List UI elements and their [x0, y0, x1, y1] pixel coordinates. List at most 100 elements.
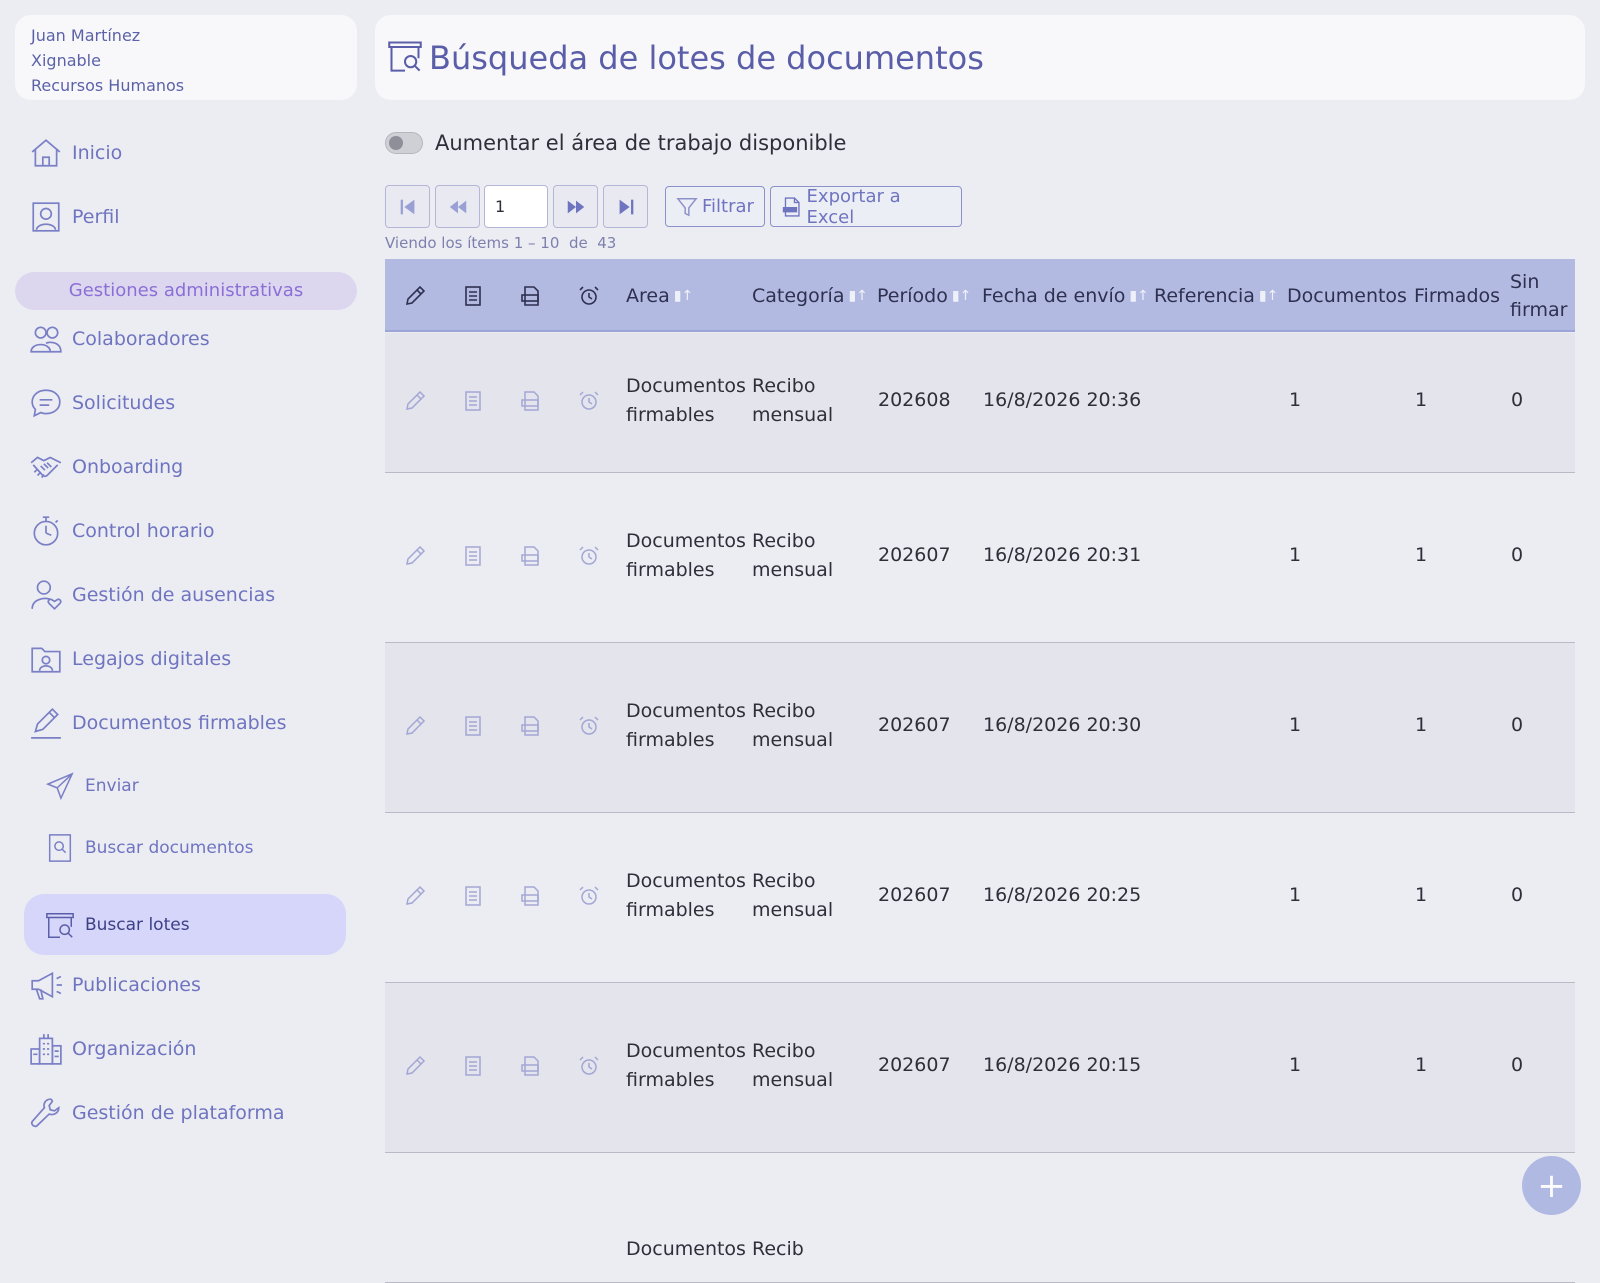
user-name: Juan Martínez: [31, 26, 141, 45]
sidebar-item-inicio[interactable]: Inicio: [15, 125, 360, 181]
table-row[interactable]: Documentos firmables Recibo mensual 202607 16…: [385, 643, 1575, 813]
table-row[interactable]: Documentos firmables Recibo mensual 202608 16…: [385, 333, 1575, 473]
next-page-button[interactable]: [553, 185, 598, 228]
row-area-line2: firmables: [626, 559, 715, 581]
add-button[interactable]: +: [1522, 1156, 1581, 1215]
table-row[interactable]: Documentos firmables Recibo mensual 202607 16…: [385, 473, 1575, 643]
column-header-categoria[interactable]: Categoría ▮↑: [752, 259, 868, 332]
zip-download-icon[interactable]: [519, 1054, 543, 1087]
column-label: Firmados: [1414, 284, 1501, 307]
first-page-button[interactable]: [385, 185, 430, 228]
edit-icon[interactable]: [403, 1054, 427, 1087]
sidebar-item-colaboradores[interactable]: Colaboradores: [15, 311, 360, 367]
sidebar-subitem-enviar[interactable]: Enviar: [15, 758, 360, 814]
table-row[interactable]: Documentos Recib: [385, 1153, 1575, 1283]
row-categoria-line2: mensual: [752, 559, 834, 581]
sidebar-subitem-buscar-documentos[interactable]: Buscar documentos: [15, 820, 360, 876]
document-icon[interactable]: [461, 714, 485, 747]
row-sin-firmar: 0: [1511, 714, 1524, 736]
zip-download-icon[interactable]: [519, 714, 543, 747]
sidebar-item-publicaciones[interactable]: Publicaciones: [15, 957, 360, 1013]
document-column-header[interactable]: [461, 259, 485, 332]
table-row[interactable]: Documentos firmables Recibo mensual 202607 16…: [385, 983, 1575, 1153]
last-page-button[interactable]: [603, 185, 648, 228]
column-header-referencia[interactable]: Referencia ▮↑: [1154, 259, 1278, 332]
sort-icon[interactable]: ▮↑: [674, 288, 693, 304]
sidebar-subitem-label: Buscar lotes: [85, 914, 190, 935]
alarm-clock-icon[interactable]: [577, 544, 601, 577]
column-header-sin-firmar[interactable]: Sin firmar: [1510, 259, 1567, 332]
table-row[interactable]: Documentos firmables Recibo mensual 202607 16…: [385, 813, 1575, 983]
alarm-clock-icon[interactable]: [577, 884, 601, 917]
row-documentos: 1: [1289, 544, 1302, 566]
zip-download-icon[interactable]: [519, 389, 543, 422]
sort-icon[interactable]: ▮↑: [1259, 288, 1278, 304]
alarm-clock-icon[interactable]: [577, 714, 601, 747]
zip-download-icon[interactable]: [519, 544, 543, 577]
sidebar-item-gestion-ausencias[interactable]: Gestión de ausencias: [15, 567, 360, 623]
sort-icon[interactable]: ▮↑: [848, 288, 867, 304]
alarm-clock-icon: [579, 285, 599, 305]
column-label: Sin: [1510, 270, 1540, 293]
workspace-toggle[interactable]: [385, 132, 423, 154]
alarm-clock-icon[interactable]: [577, 1054, 601, 1087]
edit-icon[interactable]: [403, 389, 427, 422]
document-icon[interactable]: [461, 544, 485, 577]
sidebar-item-label: Documentos firmables: [72, 712, 287, 734]
column-header-documentos[interactable]: Documentos: [1287, 259, 1407, 332]
column-header-firmados[interactable]: Firmados: [1414, 259, 1500, 332]
edit-icon[interactable]: [403, 544, 427, 577]
sort-icon[interactable]: ▮↑: [952, 288, 971, 304]
row-fecha-envio: 16/8/2026 20:15: [983, 1054, 1142, 1076]
export-excel-button[interactable]: Exportar a Excel: [770, 186, 962, 228]
sidebar-item-control-horario[interactable]: Control horario: [15, 503, 360, 559]
send-icon: [43, 769, 77, 803]
sort-icon[interactable]: ▮↑: [1129, 288, 1148, 304]
row-fecha-envio: 16/8/2026 20:25: [983, 884, 1142, 906]
reminder-column-header[interactable]: [577, 259, 601, 332]
row-categoria-line1: Recibo: [752, 530, 816, 552]
row-sin-firmar: 0: [1511, 884, 1524, 906]
sidebar-item-label: Solicitudes: [72, 392, 176, 414]
row-fecha-envio: 16/8/2026 20:31: [983, 544, 1142, 566]
sidebar-item-label: Inicio: [72, 142, 123, 164]
sidebar-item-organizacion[interactable]: Organización: [15, 1021, 360, 1077]
edit-column-header[interactable]: [403, 259, 427, 332]
row-categoria-line1: Recib: [752, 1238, 804, 1260]
folder-user-icon: [28, 641, 64, 677]
row-categoria-line1: Recibo: [752, 1040, 816, 1062]
column-header-area[interactable]: Area ▮↑: [626, 259, 693, 332]
pencil-icon: [405, 285, 426, 305]
edit-icon[interactable]: [403, 884, 427, 917]
user-card: Juan Martínez Xignable Recursos Humanos: [15, 15, 357, 100]
column-header-periodo[interactable]: Período ▮↑: [877, 259, 971, 332]
document-icon[interactable]: [461, 1054, 485, 1087]
sidebar-item-label: Control horario: [72, 520, 215, 542]
document-icon[interactable]: [461, 389, 485, 422]
column-header-fecha-envio[interactable]: Fecha de envío ▮↑: [982, 259, 1149, 332]
items-count: Viendo los ítems 1 – 10 de 43: [385, 234, 616, 252]
profile-icon: [28, 199, 64, 235]
document-icon: [465, 285, 481, 306]
alarm-clock-icon[interactable]: [577, 389, 601, 422]
excel-file-icon: [782, 196, 800, 217]
sidebar-item-documentos-firmables[interactable]: Documentos firmables: [15, 695, 360, 751]
sidebar-item-legajos-digitales[interactable]: Legajos digitales: [15, 631, 360, 687]
row-area-line2: firmables: [626, 729, 715, 751]
sidebar-item-gestion-plataforma[interactable]: Gestión de plataforma: [15, 1085, 360, 1141]
row-periodo: 202607: [878, 884, 951, 906]
sidebar-subitem-buscar-lotes[interactable]: Buscar lotes: [24, 894, 346, 955]
edit-icon[interactable]: [403, 714, 427, 747]
zip-column-header[interactable]: [519, 259, 543, 332]
column-label: Documentos: [1287, 284, 1407, 307]
page-number-input[interactable]: [484, 185, 548, 228]
sidebar-item-solicitudes[interactable]: Solicitudes: [15, 375, 360, 431]
sidebar-item-label: Gestión de plataforma: [72, 1102, 285, 1124]
sidebar-item-onboarding[interactable]: Onboarding: [15, 439, 360, 495]
zip-download-icon[interactable]: [519, 884, 543, 917]
home-icon: [28, 135, 64, 171]
filter-button[interactable]: Filtrar: [665, 186, 765, 227]
prev-page-button[interactable]: [435, 185, 480, 228]
document-icon[interactable]: [461, 884, 485, 917]
sidebar-item-perfil[interactable]: Perfil: [15, 189, 360, 245]
